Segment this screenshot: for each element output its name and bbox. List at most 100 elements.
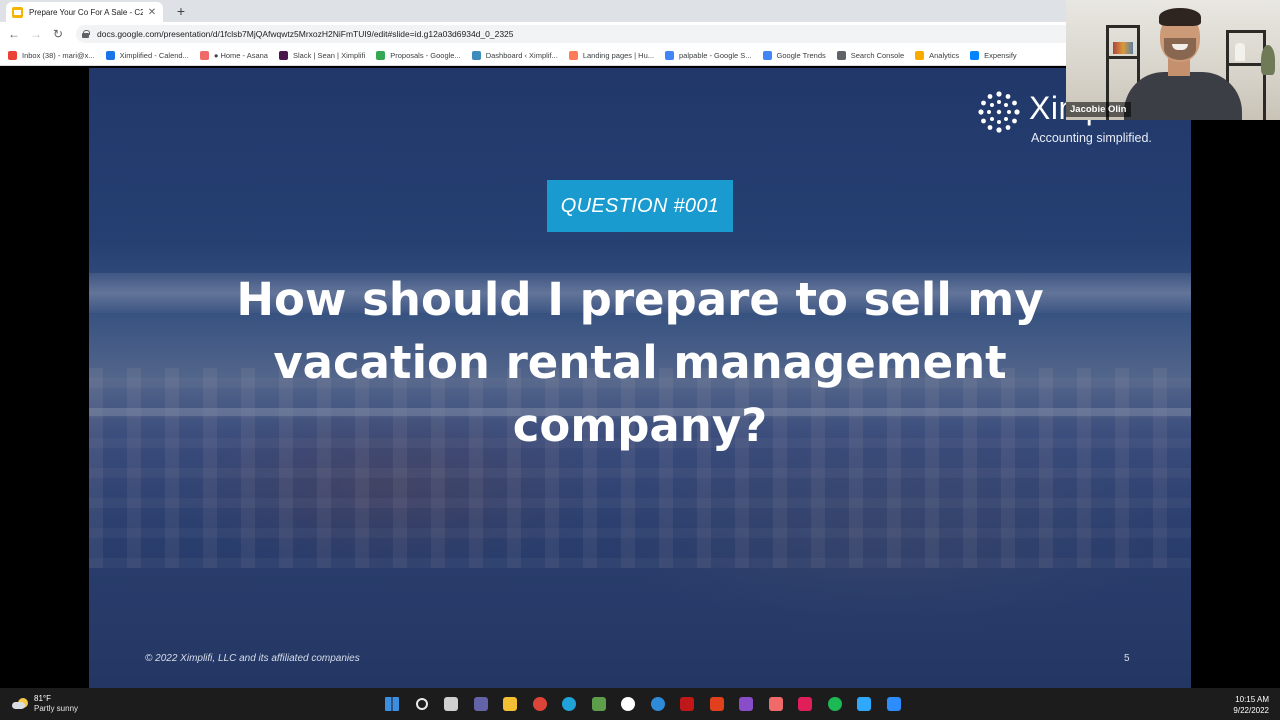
lock-icon — [82, 30, 90, 38]
slack-icon[interactable] — [794, 693, 816, 715]
photoshop-icon[interactable] — [853, 693, 875, 715]
plant — [1261, 45, 1275, 75]
asana-icon-glyph — [768, 697, 783, 711]
weather-widget[interactable]: 81°F Partly sunny — [12, 694, 78, 714]
clock-date: 9/22/2022 — [1233, 706, 1269, 715]
chrome-icon[interactable] — [529, 693, 551, 715]
screen: Prepare Your Co For A Sale - C2C ✕ + ← →… — [0, 0, 1280, 720]
new-tab-button[interactable]: + — [173, 3, 189, 19]
address-bar[interactable]: docs.google.com/presentation/d/1fclsb7Mj… — [76, 25, 1076, 43]
spotify-icon[interactable] — [824, 693, 846, 715]
bookmark-item[interactable]: Google Trends — [762, 51, 826, 60]
windows-taskbar: 81°F Partly sunny 10:15 AM 9/22/2022 — [0, 688, 1280, 720]
slide-page-number: 5 — [1124, 653, 1130, 664]
slide-copyright: © 2022 Ximplifi, LLC and its affiliated … — [145, 653, 360, 664]
participant-name: Jacobie Olin — [1066, 102, 1131, 117]
bookmark-label: Expensify — [984, 51, 1017, 60]
file-explorer-icon-glyph — [503, 697, 517, 711]
bookmark-favicon-icon — [471, 51, 481, 60]
bookmark-label: Dashboard ‹ Ximplif... — [485, 51, 558, 60]
presentation-slide: Ximplifi Accounting simplified. QUESTION… — [89, 68, 1191, 688]
bookmark-item[interactable]: Landing pages | Hu... — [568, 51, 654, 60]
asana-icon[interactable] — [765, 693, 787, 715]
github-icon[interactable] — [617, 693, 639, 715]
bookmark-label: palpable - Google S... — [679, 51, 752, 60]
mcafee-icon[interactable] — [676, 693, 698, 715]
bookmark-label: Proposals - Google... — [390, 51, 461, 60]
bookmark-item[interactable]: ● Home - Asana — [199, 51, 268, 60]
snip-icon[interactable] — [735, 693, 757, 715]
safari-icon[interactable] — [647, 693, 669, 715]
file-explorer-icon[interactable] — [499, 693, 521, 715]
search-icon-glyph — [415, 698, 428, 710]
bookmark-item[interactable]: Slack | Sean | Ximplifi — [278, 51, 366, 60]
bookmark-item[interactable]: Search Console — [836, 51, 905, 60]
safari-icon-glyph — [650, 697, 665, 711]
forward-button[interactable]: → — [25, 23, 47, 45]
bookmark-favicon-icon — [199, 51, 209, 60]
zoom-icon-glyph — [886, 697, 901, 711]
bookmark-item[interactable]: Analytics — [915, 51, 959, 60]
weather-condition: Partly sunny — [34, 704, 79, 713]
bookmark-favicon-icon — [105, 51, 115, 60]
bookmark-favicon-icon — [665, 51, 674, 60]
bookmark-label: Landing pages | Hu... — [582, 51, 654, 60]
bookmark-favicon-icon — [836, 51, 846, 60]
presenter-body — [1124, 72, 1242, 120]
bookmark-favicon-icon — [762, 51, 772, 60]
url-text: docs.google.com/presentation/d/1fclsb7Mj… — [97, 29, 514, 39]
reload-button[interactable]: ↻ — [47, 23, 69, 45]
bookmark-label: Slack | Sean | Ximplifi — [292, 51, 366, 60]
browser-tab[interactable]: Prepare Your Co For A Sale - C2C ✕ — [6, 2, 163, 22]
search-icon[interactable] — [411, 693, 433, 715]
partly-sunny-icon — [12, 698, 28, 710]
logo-tagline: Accounting simplified. — [1031, 131, 1152, 145]
start-icon-glyph — [385, 697, 399, 711]
task-view-icon[interactable] — [440, 693, 462, 715]
snip-icon-glyph — [739, 697, 753, 711]
mcafee-icon-glyph — [680, 697, 694, 711]
office-icon[interactable] — [706, 693, 728, 715]
system-clock[interactable]: 10:15 AM 9/22/2022 — [1233, 694, 1269, 716]
logo-dots-icon — [978, 91, 1020, 133]
bookmark-item[interactable]: Proposals - Google... — [376, 51, 461, 60]
bookmark-item[interactable]: Expensify — [970, 51, 1017, 60]
bookmark-item[interactable]: Inbox (38) - mari@x... — [8, 51, 95, 60]
tab-title: Prepare Your Co For A Sale - C2C — [29, 7, 143, 17]
bookmark-item[interactable]: Ximplified - Calend... — [105, 51, 189, 60]
presenter-hair — [1159, 8, 1201, 26]
question-badge: QUESTION #001 — [547, 180, 733, 232]
webcam-video[interactable]: Jacobie Olin — [1066, 0, 1280, 120]
back-button[interactable]: ← — [3, 23, 25, 45]
store-icon-glyph — [591, 697, 606, 711]
chrome-icon-glyph — [532, 697, 547, 711]
start-icon[interactable] — [381, 693, 403, 715]
spotify-icon-glyph — [827, 697, 842, 711]
bookmark-label: Analytics — [929, 51, 960, 60]
bookmark-item[interactable]: Dashboard ‹ Ximplif... — [471, 51, 558, 60]
weather-temperature: 81°F — [34, 694, 51, 703]
bookmark-label: Search Console — [850, 51, 905, 60]
zoom-icon[interactable] — [883, 693, 905, 715]
edge-icon[interactable] — [558, 693, 580, 715]
bookmark-favicon-icon — [8, 51, 17, 60]
github-icon-glyph — [621, 697, 635, 711]
question-badge-label: QUESTION #001 — [560, 194, 720, 217]
google-slides-icon — [12, 6, 23, 18]
taskbar-apps — [381, 693, 912, 715]
store-icon[interactable] — [588, 693, 610, 715]
task-view-icon-glyph — [444, 697, 458, 711]
bookmark-label: Google Trends — [776, 51, 826, 60]
clock-time: 10:15 AM — [1235, 695, 1269, 704]
tab-close-icon[interactable]: ✕ — [147, 7, 157, 18]
photoshop-icon-glyph — [857, 697, 871, 711]
bookmark-item[interactable]: palpable - Google S... — [665, 51, 752, 60]
bookmark-label: ● Home - Asana — [213, 51, 268, 60]
bookmark-favicon-icon — [970, 51, 980, 60]
chat-icon[interactable] — [470, 693, 492, 715]
bookmark-label: Ximplified - Calend... — [119, 51, 189, 60]
bookmark-favicon-icon — [568, 51, 578, 60]
office-icon-glyph — [709, 697, 724, 711]
edge-icon-glyph — [562, 697, 576, 711]
bookmark-label: Inbox (38) - mari@x... — [22, 51, 95, 60]
